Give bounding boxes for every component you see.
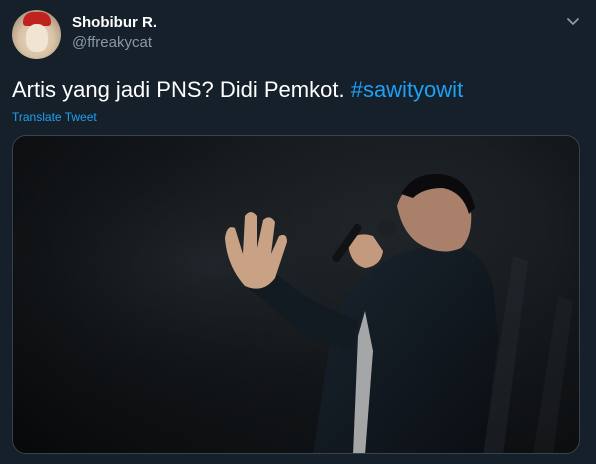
tweet-media-photo[interactable] xyxy=(12,135,580,454)
chevron-down-icon[interactable] xyxy=(563,12,583,32)
singer-photo-illustration xyxy=(13,136,579,453)
hashtag-link[interactable]: #sawityowit xyxy=(351,77,463,102)
tweet-text: Artis yang jadi PNS? Didi Pemkot. #sawit… xyxy=(12,76,463,104)
avatar[interactable] xyxy=(12,10,61,59)
author-handle[interactable]: @ffreakycat xyxy=(72,34,152,52)
tweet-body: Artis yang jadi PNS? Didi Pemkot. xyxy=(12,77,351,102)
tweet-card: Shobibur R. @ffreakycat Artis yang jadi … xyxy=(0,0,596,464)
translate-tweet-link[interactable]: Translate Tweet xyxy=(12,110,97,124)
avatar-face xyxy=(26,24,48,52)
author-display-name[interactable]: Shobibur R. xyxy=(72,14,157,32)
